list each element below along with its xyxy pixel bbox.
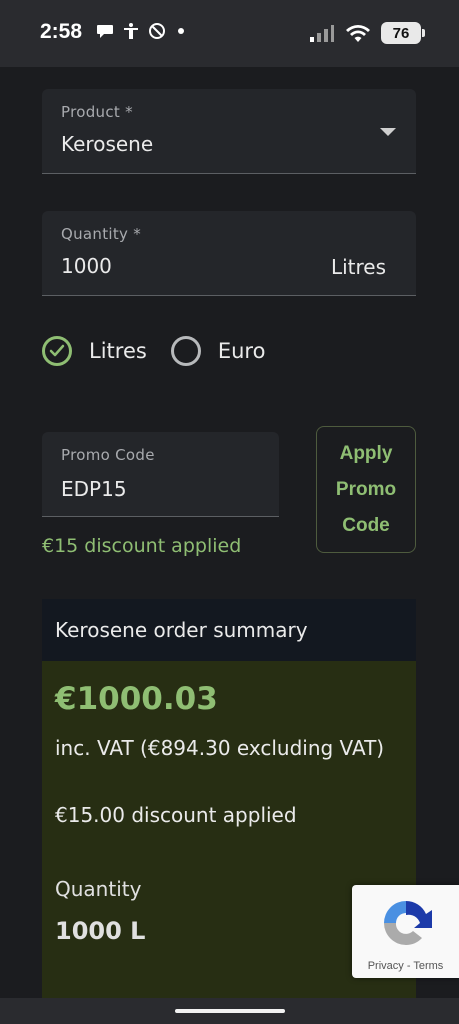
quantity-unit: Litres bbox=[330, 255, 386, 279]
status-left-icons bbox=[96, 22, 184, 40]
summary-title: Kerosene order summary bbox=[42, 599, 416, 661]
promo-code-input[interactable]: Promo Code EDP15 bbox=[42, 432, 279, 517]
accessibility-icon bbox=[124, 23, 138, 39]
radio-litres-label[interactable]: Litres bbox=[89, 339, 147, 363]
promo-code-label: Promo Code bbox=[61, 446, 155, 464]
signal-icon bbox=[310, 25, 334, 42]
recaptcha-privacy-link[interactable]: Privacy bbox=[368, 960, 404, 972]
check-icon bbox=[49, 344, 65, 357]
promo-status: €15 discount applied bbox=[42, 535, 242, 557]
radio-euro[interactable] bbox=[170, 336, 201, 366]
recaptcha-links: Privacy - Terms bbox=[352, 960, 459, 972]
home-indicator[interactable] bbox=[175, 1009, 285, 1013]
status-right-icons: 76 bbox=[309, 22, 425, 44]
radio-litres[interactable] bbox=[42, 336, 72, 366]
product-label: Product * bbox=[61, 103, 133, 121]
unit-radio-group: Litres Euro bbox=[42, 336, 289, 366]
quantity-summary-value: 1000 L bbox=[55, 917, 146, 945]
quantity-label: Quantity * bbox=[61, 225, 142, 243]
navigation-bar bbox=[0, 998, 459, 1024]
vat-note: inc. VAT (€894.30 excluding VAT) bbox=[55, 736, 385, 760]
dot-icon bbox=[178, 28, 184, 34]
product-value: Kerosene bbox=[61, 132, 154, 156]
radio-euro-label[interactable]: Euro bbox=[218, 339, 266, 363]
status-bar: 2:58 76 bbox=[0, 0, 459, 67]
quantity-value: 1000 bbox=[61, 254, 112, 278]
recaptcha-icon bbox=[384, 901, 432, 945]
wifi-icon bbox=[346, 25, 370, 42]
status-time: 2:58 bbox=[40, 20, 83, 43]
recaptcha-separator: - bbox=[403, 960, 414, 972]
battery-icon: 76 bbox=[381, 22, 425, 44]
no-sync-icon bbox=[149, 23, 165, 39]
product-select[interactable]: Product * Kerosene bbox=[42, 89, 416, 174]
apply-promo-button[interactable]: Apply Promo Code bbox=[316, 426, 416, 553]
quantity-input[interactable]: Quantity * 1000 Litres bbox=[42, 211, 416, 296]
chat-bubble-icon bbox=[97, 25, 113, 38]
chevron-down-icon bbox=[380, 128, 396, 136]
quantity-summary-label: Quantity bbox=[55, 877, 142, 901]
promo-code-value: EDP15 bbox=[61, 477, 127, 501]
discount-summary: €15.00 discount applied bbox=[55, 803, 297, 827]
total-price: €1000.03 bbox=[55, 681, 218, 717]
recaptcha-terms-link[interactable]: Terms bbox=[413, 960, 443, 972]
recaptcha-badge[interactable]: Privacy - Terms bbox=[352, 885, 459, 978]
